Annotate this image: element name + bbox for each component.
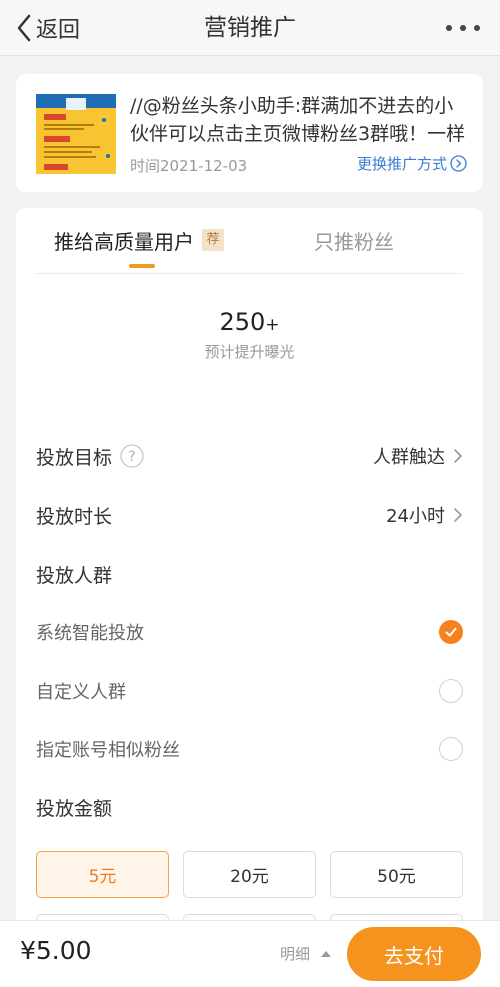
detail-label: 明细 — [280, 945, 311, 963]
chevron-right-circle-icon — [450, 155, 467, 172]
amount-option-50[interactable]: 50元 — [330, 851, 463, 898]
audience-option-custom[interactable]: 自定义人群 — [36, 676, 463, 706]
chevron-right-icon — [454, 508, 462, 522]
more-dot — [474, 25, 480, 31]
total-price: ¥5.00 — [20, 936, 92, 965]
target-value: 人群触达 — [373, 447, 445, 468]
back-button[interactable]: 返回 — [16, 10, 80, 46]
recommend-badge: 荐 — [202, 229, 224, 251]
tab-active-indicator — [129, 264, 155, 268]
svg-text:?: ? — [128, 449, 135, 465]
pay-button[interactable]: 去支付 — [347, 927, 481, 981]
navigation-bar: 返回 营销推广 — [0, 0, 500, 56]
back-label: 返回 — [36, 18, 81, 43]
radio-unchecked[interactable] — [439, 737, 463, 761]
audience-option-similar-fans[interactable]: 指定账号相似粉丝 — [36, 734, 463, 764]
audience-label: 投放人群 — [36, 564, 113, 587]
target-row: 投放目标 ? 人群触达 — [36, 441, 463, 471]
exposure-suffix: + — [265, 315, 280, 335]
post-card: //@粉丝头条小助手:群满加不进去的小伙伴可以点击主页微博粉丝3群哦！一样的 时… — [16, 74, 483, 192]
duration-selector[interactable]: 24小时 — [386, 500, 463, 530]
chevron-left-icon — [17, 14, 31, 42]
tab-high-quality-users[interactable]: 推给高质量用户 荐 — [54, 226, 224, 254]
amount-option-5[interactable]: 5元 — [36, 851, 169, 898]
exposure-number: 250 — [219, 308, 266, 336]
target-label: 投放目标 — [36, 446, 113, 469]
radio-unchecked[interactable] — [439, 679, 463, 703]
tab-fans-only[interactable]: 只推粉丝 — [314, 226, 394, 254]
promotion-settings-card: 推给高质量用户 荐 只推粉丝 250+ 预计提升曝光 投放目标 ? 人群触达 投… — [16, 208, 483, 968]
post-text: //@粉丝头条小助手:群满加不进去的小伙伴可以点击主页微博粉丝3群哦！一样的 — [130, 95, 466, 145]
tab-label: 只推粉丝 — [314, 229, 394, 254]
exposure-label: 预计提升曝光 — [204, 343, 295, 361]
exposure-estimate: 250+ — [16, 308, 483, 336]
help-icon[interactable]: ? — [120, 444, 144, 468]
chevron-right-icon — [454, 449, 462, 463]
caret-up-icon — [321, 950, 332, 957]
more-dot — [446, 25, 452, 31]
check-icon — [445, 627, 457, 637]
audience-option-label: 指定账号相似粉丝 — [36, 740, 180, 761]
change-promotion-button[interactable]: 更换推广方式 — [357, 153, 467, 174]
amount-option-20[interactable]: 20元 — [183, 851, 316, 898]
audience-option-smart[interactable]: 系统智能投放 — [36, 617, 463, 647]
target-selector[interactable]: 人群触达 — [373, 441, 463, 471]
audience-row: 投放人群 — [36, 559, 463, 589]
post-thumbnail — [36, 94, 116, 174]
bottom-payment-bar: ¥5.00 明细 去支付 — [0, 920, 500, 987]
duration-value: 24小时 — [386, 506, 445, 527]
amount-row: 投放金额 — [36, 792, 463, 822]
duration-row: 投放时长 24小时 — [36, 500, 463, 530]
more-button[interactable] — [446, 14, 480, 42]
duration-label: 投放时长 — [36, 505, 113, 528]
change-promotion-label: 更换推广方式 — [356, 155, 447, 173]
tab-label: 推给高质量用户 — [54, 229, 194, 254]
detail-toggle[interactable]: 明细 — [280, 943, 332, 964]
more-dot — [460, 25, 466, 31]
amount-label: 投放金额 — [36, 797, 113, 820]
post-time: 时间2021-12-03 — [130, 157, 248, 175]
audience-option-label: 系统智能投放 — [36, 623, 144, 644]
audience-option-label: 自定义人群 — [36, 682, 126, 703]
tab-bar: 推给高质量用户 荐 只推粉丝 — [36, 208, 463, 274]
radio-checked[interactable] — [439, 620, 463, 644]
